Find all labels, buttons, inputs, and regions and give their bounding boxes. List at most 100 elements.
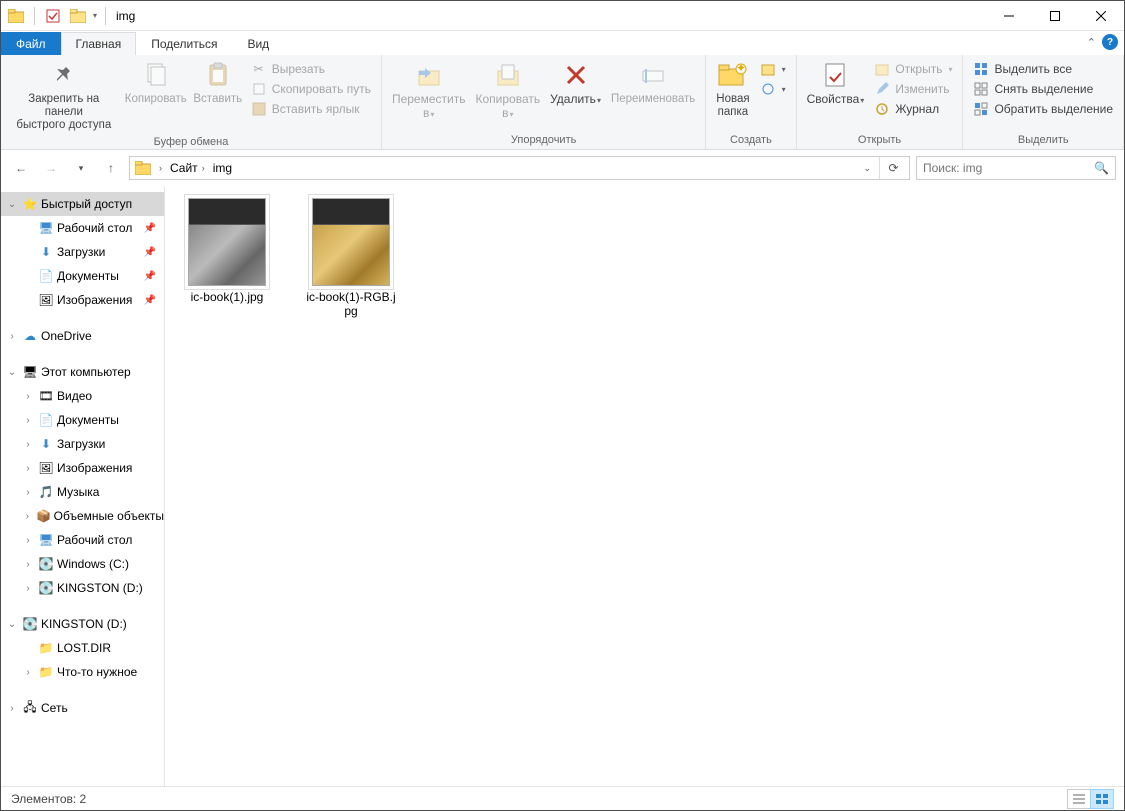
properties-button[interactable]: Свойства▾ — [803, 57, 869, 109]
ribbon: Закрепить на панели быстрого доступа Коп… — [1, 55, 1124, 150]
tree-desktop2[interactable]: ›🖥Рабочий стол — [1, 528, 164, 552]
tree-pictures2[interactable]: ›🖼Изображения — [1, 456, 164, 480]
network-icon: 🖧 — [21, 699, 39, 717]
easyaccess-icon — [760, 81, 776, 97]
search-input[interactable] — [923, 161, 1094, 175]
invert-selection-button[interactable]: Обратить выделение — [969, 99, 1117, 119]
paste-shortcut-button[interactable]: Вставить ярлык — [247, 99, 375, 119]
tree-lostdir[interactable]: 📁LOST.DIR — [1, 636, 164, 660]
breadcrumb-root[interactable]: Сайт› — [167, 161, 208, 175]
properties-icon — [819, 59, 851, 91]
moveto-button[interactable]: Переместить в▾ — [388, 57, 470, 123]
paste-button[interactable]: Вставить — [191, 57, 245, 108]
cut-button[interactable]: ✂Вырезать — [247, 59, 375, 79]
address-dropdown-icon[interactable]: ⌄ — [857, 163, 877, 174]
file-name: ic-book(1)-RGB.jpg — [303, 290, 399, 318]
refresh-button[interactable]: ⟳ — [879, 157, 907, 179]
new-folder-button[interactable]: ✦ Новая папка — [712, 57, 753, 121]
folder-icon — [5, 5, 27, 27]
up-button[interactable]: ↑ — [99, 156, 123, 180]
help-icon[interactable]: ? — [1102, 34, 1118, 50]
tree-network[interactable]: ›🖧Сеть — [1, 696, 164, 720]
breadcrumb-current[interactable]: img — [210, 161, 235, 175]
tree-quick-access[interactable]: ⌄⭐Быстрый доступ — [1, 192, 164, 216]
tree-downloads[interactable]: ⬇Загрузки📌 — [1, 240, 164, 264]
delete-button[interactable]: Удалить▾ — [546, 57, 605, 109]
file-item[interactable]: ic-book(1).jpg — [179, 198, 275, 304]
select-none-button[interactable]: Снять выделение — [969, 79, 1117, 99]
invert-icon — [973, 101, 989, 117]
minimize-button[interactable] — [986, 1, 1032, 31]
tab-view[interactable]: Вид — [232, 32, 284, 55]
status-count: Элементов: 2 — [11, 792, 86, 806]
easy-access-button[interactable]: ▾ — [756, 79, 790, 99]
view-large-icons-button[interactable] — [1090, 789, 1114, 809]
tree-this-pc[interactable]: ⌄🖥Этот компьютер — [1, 360, 164, 384]
open-button[interactable]: Открыть▾ — [870, 59, 956, 79]
maximize-button[interactable] — [1032, 1, 1078, 31]
paste-icon — [202, 59, 234, 91]
tree-3d-objects[interactable]: ›📦Объемные объекты — [1, 504, 164, 528]
collapse-ribbon-icon[interactable]: ⌃ — [1087, 36, 1096, 49]
tree-d-drive[interactable]: ›💽KINGSTON (D:) — [1, 576, 164, 600]
tree-documents2[interactable]: ›📄Документы — [1, 408, 164, 432]
tree-desktop[interactable]: 🖥Рабочий стол📌 — [1, 216, 164, 240]
close-button[interactable] — [1078, 1, 1124, 31]
copy-button[interactable]: Копировать — [123, 57, 189, 108]
tree-pictures[interactable]: 🖼Изображения📌 — [1, 288, 164, 312]
tree-d-drive-root[interactable]: ⌄💽KINGSTON (D:) — [1, 612, 164, 636]
tree-documents[interactable]: 📄Документы📌 — [1, 264, 164, 288]
tab-home[interactable]: Главная — [61, 32, 137, 55]
qat-newfolder-icon[interactable] — [67, 5, 89, 27]
pin-icon: 📌 — [144, 295, 156, 306]
documents-icon: 📄 — [37, 411, 55, 429]
pin-icon: 📌 — [144, 271, 156, 282]
history-icon — [874, 101, 890, 117]
rename-icon — [637, 59, 669, 91]
select-all-button[interactable]: Выделить все — [969, 59, 1117, 79]
tree-music[interactable]: ›🎵Музыка — [1, 480, 164, 504]
scissors-icon: ✂ — [251, 61, 267, 77]
back-button[interactable]: ← — [9, 156, 33, 180]
copypath-icon — [251, 81, 267, 97]
tree-onedrive[interactable]: ›☁OneDrive — [1, 324, 164, 348]
rename-button[interactable]: Переименовать — [607, 57, 699, 108]
file-thumbnail — [188, 198, 266, 286]
folder-icon: 📁 — [37, 639, 55, 657]
edit-button[interactable]: Изменить — [870, 79, 956, 99]
tree-video[interactable]: ›🎞Видео — [1, 384, 164, 408]
file-item[interactable]: ic-book(1)-RGB.jpg — [303, 198, 399, 318]
forward-button[interactable]: → — [39, 156, 63, 180]
pc-icon: 🖥 — [21, 363, 39, 381]
pin-quickaccess-button[interactable]: Закрепить на панели быстрого доступа — [7, 57, 121, 134]
tree-downloads2[interactable]: ›⬇Загрузки — [1, 432, 164, 456]
content-pane[interactable]: ic-book(1).jpg ic-book(1)-RGB.jpg — [165, 186, 1124, 786]
open-icon — [874, 61, 890, 77]
pin-icon — [48, 59, 80, 91]
star-icon: ⭐ — [21, 195, 39, 213]
address-bar[interactable]: › Сайт› img ⌄ ⟳ — [129, 156, 910, 180]
desktop-icon: 🖥 — [37, 219, 55, 237]
search-box[interactable]: 🔍 — [916, 156, 1116, 180]
view-details-button[interactable] — [1067, 789, 1091, 809]
drive-icon: 💽 — [37, 579, 55, 597]
newitem-icon — [760, 61, 776, 77]
new-item-button[interactable]: ▾ — [756, 59, 790, 79]
file-thumbnail — [312, 198, 390, 286]
nav-row: ← → ▾ ↑ › Сайт› img ⌄ ⟳ 🔍 — [1, 150, 1124, 186]
copyto-button[interactable]: Копировать в▾ — [471, 57, 544, 123]
copy-path-button[interactable]: Скопировать путь — [247, 79, 375, 99]
tree-c-drive[interactable]: ›💽Windows (C:) — [1, 552, 164, 576]
tab-file[interactable]: Файл — [1, 32, 61, 55]
chevron-right-icon[interactable]: › — [159, 163, 162, 173]
recent-button[interactable]: ▾ — [69, 156, 93, 180]
search-icon[interactable]: 🔍 — [1094, 161, 1109, 175]
tab-share[interactable]: Поделиться — [136, 32, 232, 55]
qat-properties-icon[interactable] — [42, 5, 64, 27]
group-select-label: Выделить — [969, 132, 1117, 149]
history-button[interactable]: Журнал — [870, 99, 956, 119]
tree-something[interactable]: ›📁Что-то нужное — [1, 660, 164, 684]
group-organize-label: Упорядочить — [388, 132, 699, 149]
documents-icon: 📄 — [37, 267, 55, 285]
qat-dropdown-icon[interactable]: ▾ — [93, 11, 97, 20]
